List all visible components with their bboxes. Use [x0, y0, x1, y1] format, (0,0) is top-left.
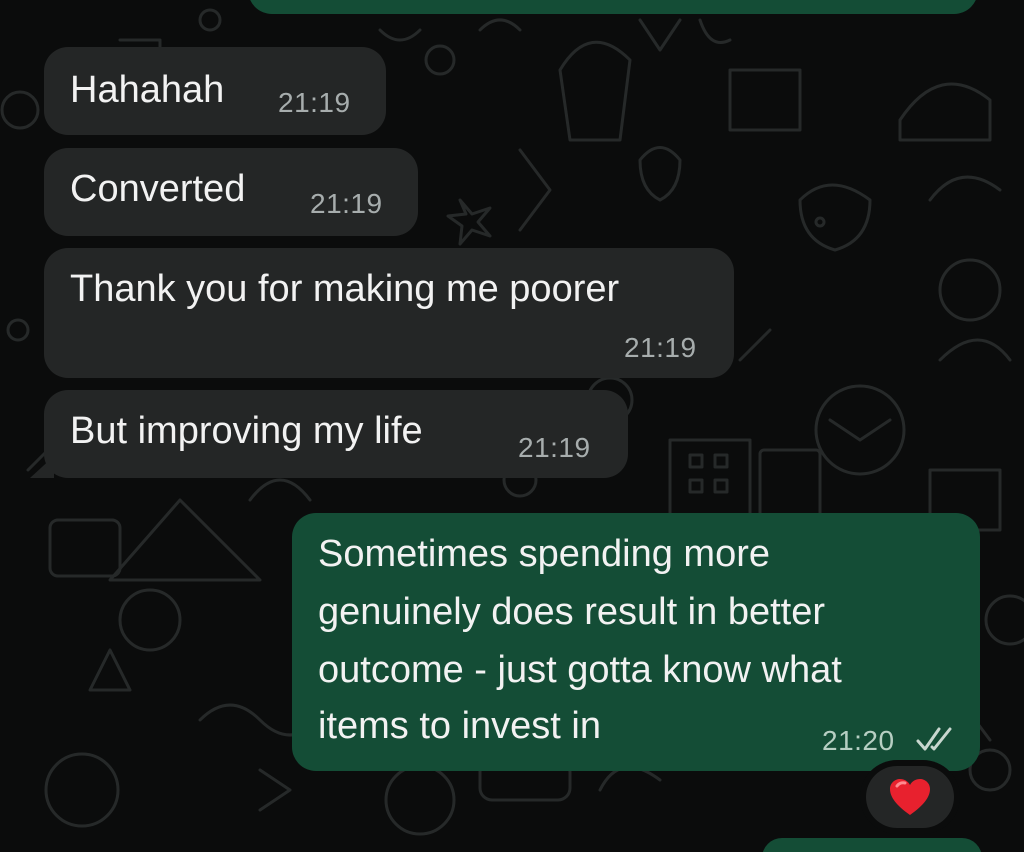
bubble-tail — [30, 456, 54, 478]
message-bubble-incoming[interactable]: Hahahah 21:19 — [44, 47, 386, 135]
message-text: Converted — [70, 168, 246, 210]
message-text: Thank you for making me poorer — [70, 268, 620, 310]
message-bubble-outgoing[interactable]: Sometimes spending more genuinely does r… — [292, 513, 980, 771]
previous-outgoing-message-edge — [248, 0, 978, 14]
message-timestamp: 21:20 — [822, 725, 895, 756]
next-outgoing-message-edge — [762, 838, 982, 852]
message-timestamp: 21:19 — [310, 188, 383, 219]
double-check-icon — [916, 727, 952, 751]
heart-icon — [890, 779, 930, 815]
chat-view[interactable]: Hahahah 21:19 Converted 21:19 Thank you … — [0, 0, 1024, 852]
message-bubble-incoming[interactable]: Converted 21:19 — [44, 148, 418, 236]
message-text-line: outcome - just gotta know what — [318, 649, 842, 691]
message-text-line: Sometimes spending more — [318, 533, 770, 575]
message-timestamp: 21:19 — [624, 332, 697, 363]
message-text: But improving my life — [70, 410, 423, 452]
message-bubble-incoming[interactable]: Thank you for making me poorer 21:19 — [44, 248, 734, 378]
message-timestamp: 21:19 — [518, 432, 591, 463]
message-reaction[interactable] — [866, 766, 954, 828]
message-text: Hahahah — [70, 69, 225, 111]
message-timestamp: 21:19 — [278, 87, 351, 118]
message-bubble-incoming[interactable]: But improving my life 21:19 — [30, 390, 628, 478]
message-text-line: items to invest in — [318, 705, 601, 747]
message-text-line: genuinely does result in better — [318, 591, 825, 633]
